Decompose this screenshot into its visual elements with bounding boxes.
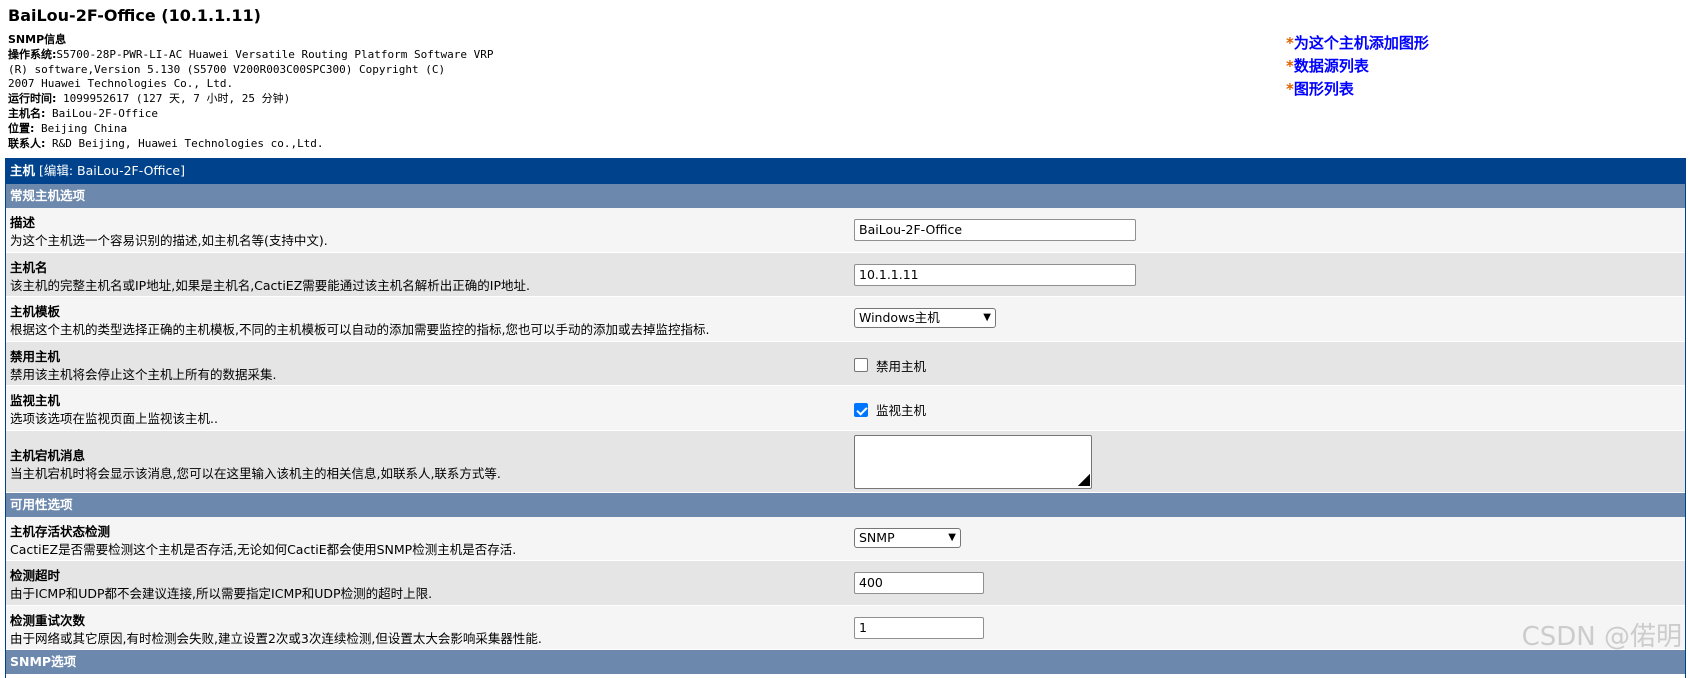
retries-input[interactable]: 1 bbox=[854, 616, 984, 639]
os-line1: S5700-28P-PWR-LI-AC Huawei Versatile Rou… bbox=[56, 47, 494, 61]
alive-check-value: SNMP bbox=[859, 529, 895, 545]
section-general: 常规主机选项 bbox=[6, 184, 1685, 208]
down-message-textarea[interactable] bbox=[854, 434, 1092, 489]
monitor-host-checkbox[interactable] bbox=[854, 402, 868, 417]
field-help: 根据这个主机的类型选择正确的主机模板,不同的主机模板可以自动的添加需要监控的指标… bbox=[10, 322, 710, 337]
row-monitor-host: 监视主机 选项该选项在监视页面上监视该主机.. 监视主机 bbox=[6, 386, 1685, 431]
field-help: CactiEZ是否需要检测这个主机是否存活,无论如何CactiE都会使用SNMP… bbox=[10, 541, 517, 557]
disable-host-checkbox[interactable] bbox=[854, 358, 868, 372]
field-name: 检测超时 bbox=[10, 568, 61, 583]
hostname-value: BaiLou-2F-Office bbox=[45, 106, 158, 120]
monitor-host-label[interactable]: 监视主机 bbox=[876, 400, 926, 419]
host-edit-name: [编辑: BaiLou-2F-Office] bbox=[35, 163, 185, 178]
field-help: 为这个主机选一个容易识别的描述,如主机名等(支持中文). bbox=[10, 233, 328, 248]
os-line2: (R) software,Version 5.130 (S5700 V200R0… bbox=[8, 62, 446, 76]
row-disable-host: 禁用主机 禁用该主机将会停止这个主机上所有的数据采集. 禁用主机 bbox=[6, 341, 1685, 386]
field-help: 禁用该主机将会停止这个主机上所有的数据采集. bbox=[10, 366, 277, 382]
hostname-input[interactable]: 10.1.1.11 bbox=[854, 263, 1136, 286]
bullet-star-icon: * bbox=[1286, 80, 1294, 98]
bullet-star-icon: * bbox=[1286, 34, 1294, 52]
field-name: 检测重试次数 bbox=[10, 612, 86, 628]
field-name: 主机名 bbox=[10, 259, 48, 275]
data-sources-link[interactable]: 数据源列表 bbox=[1294, 57, 1369, 75]
host-actions: *为这个主机添加图形 *数据源列表 *图形列表 bbox=[1286, 32, 1429, 101]
snmp-info: SNMP信息 操作系统:S5700-28P-PWR-LI-AC Huawei V… bbox=[8, 33, 494, 151]
host-edit-bar: 主机 [编辑: BaiLou-2F-Office] bbox=[6, 158, 1685, 184]
watermark: CSDN @偌明 bbox=[1521, 622, 1682, 652]
contact-value: R&D Beijing, Huawei Technologies co.,Ltd… bbox=[45, 136, 324, 150]
location-label: 位置: bbox=[8, 121, 35, 135]
field-name: 主机宕机消息 bbox=[10, 447, 86, 463]
hostname-label: 主机名: bbox=[8, 106, 46, 120]
host-header: BaiLou-2F-Office (10.1.1.11) SNMP信息 操作系统… bbox=[8, 6, 494, 151]
snmp-info-heading: SNMP信息 bbox=[8, 33, 67, 46]
graph-list-link[interactable]: 图形列表 bbox=[1294, 80, 1354, 98]
field-help: 当主机宕机时将会显示该消息,您可以在这里输入该机主的相关信息,如联系人,联系方式… bbox=[10, 465, 501, 481]
field-name: 主机存活状态检测 bbox=[10, 523, 111, 539]
resize-grip-icon[interactable]: ◢ bbox=[1078, 469, 1090, 488]
uptime-label: 运行时间: bbox=[8, 92, 57, 106]
field-name: 禁用主机 bbox=[10, 348, 61, 364]
host-template-value: Windows主机 bbox=[859, 310, 940, 325]
field-name: 描述 bbox=[10, 215, 36, 230]
page-title: BaiLou-2F-Office (10.1.1.11) bbox=[8, 6, 261, 25]
row-host-template: 主机模板 根据这个主机的类型选择正确的主机模板,不同的主机模板可以自动的添加需要… bbox=[6, 297, 1685, 342]
timeout-input[interactable]: 400 bbox=[854, 572, 984, 594]
os-line3: 2007 Huawei Technologies Co., Ltd. bbox=[8, 77, 234, 91]
disable-host-label[interactable]: 禁用主机 bbox=[876, 356, 926, 375]
section-availability: 可用性选项 bbox=[6, 492, 1685, 517]
host-template-select[interactable]: Windows主机 ▼ bbox=[854, 308, 996, 328]
description-input[interactable]: BaiLou-2F-Office bbox=[854, 219, 1136, 241]
contact-label: 联系人: bbox=[8, 136, 46, 150]
field-name: 主机模板 bbox=[10, 304, 61, 319]
section-snmp: SNMP选项 bbox=[6, 650, 1685, 674]
alive-check-select[interactable]: SNMP ▼ bbox=[854, 527, 961, 548]
field-help: 选项该选项在监视页面上监视该主机.. bbox=[10, 411, 218, 426]
add-graph-link[interactable]: 为这个主机添加图形 bbox=[1294, 34, 1429, 52]
row-down-message: 主机宕机消息 当主机宕机时将会显示该消息,您可以在这里输入该机主的相关信息,如联… bbox=[6, 430, 1685, 493]
uptime-value: 1099952617 (127 天, 7 小时, 25 分钟) bbox=[56, 92, 291, 106]
field-name: 监视主机 bbox=[10, 393, 61, 408]
row-alive-check: 主机存活状态检测 CactiEZ是否需要检测这个主机是否存活,无论如何Cacti… bbox=[6, 516, 1685, 561]
chevron-down-icon: ▼ bbox=[983, 312, 991, 323]
location-value: Beijing China bbox=[34, 121, 128, 135]
row-description: 描述 为这个主机选一个容易识别的描述,如主机名等(支持中文). BaiLou-2… bbox=[6, 208, 1685, 253]
host-edit-panel: 主机 [编辑: BaiLou-2F-Office] 常规主机选项 描述 为这个主… bbox=[5, 158, 1686, 678]
row-timeout: 检测超时 由于ICMP和UDP都不会建议连接,所以需要指定ICMP和UDP检测的… bbox=[6, 561, 1685, 606]
field-help: 该主机的完整主机名或IP地址,如果是主机名,CactiEZ需要能通过该主机名解析… bbox=[10, 277, 530, 293]
field-help: 由于网络或其它原因,有时检测会失败,建立设置2次或3次连续检测,但设置太大会影响… bbox=[10, 630, 542, 646]
bullet-star-icon: * bbox=[1286, 57, 1294, 75]
row-hostname: 主机名 该主机的完整主机名或IP地址,如果是主机名,CactiEZ需要能通过该主… bbox=[6, 252, 1685, 297]
row-retries: 检测重试次数 由于网络或其它原因,有时检测会失败,建立设置2次或3次连续检测,但… bbox=[6, 605, 1685, 650]
host-edit-label: 主机 bbox=[10, 163, 36, 178]
chevron-down-icon: ▼ bbox=[948, 531, 956, 543]
field-help: 由于ICMP和UDP都不会建议连接,所以需要指定ICMP和UDP检测的超时上限. bbox=[10, 586, 433, 601]
os-label: 操作系统: bbox=[8, 47, 57, 61]
